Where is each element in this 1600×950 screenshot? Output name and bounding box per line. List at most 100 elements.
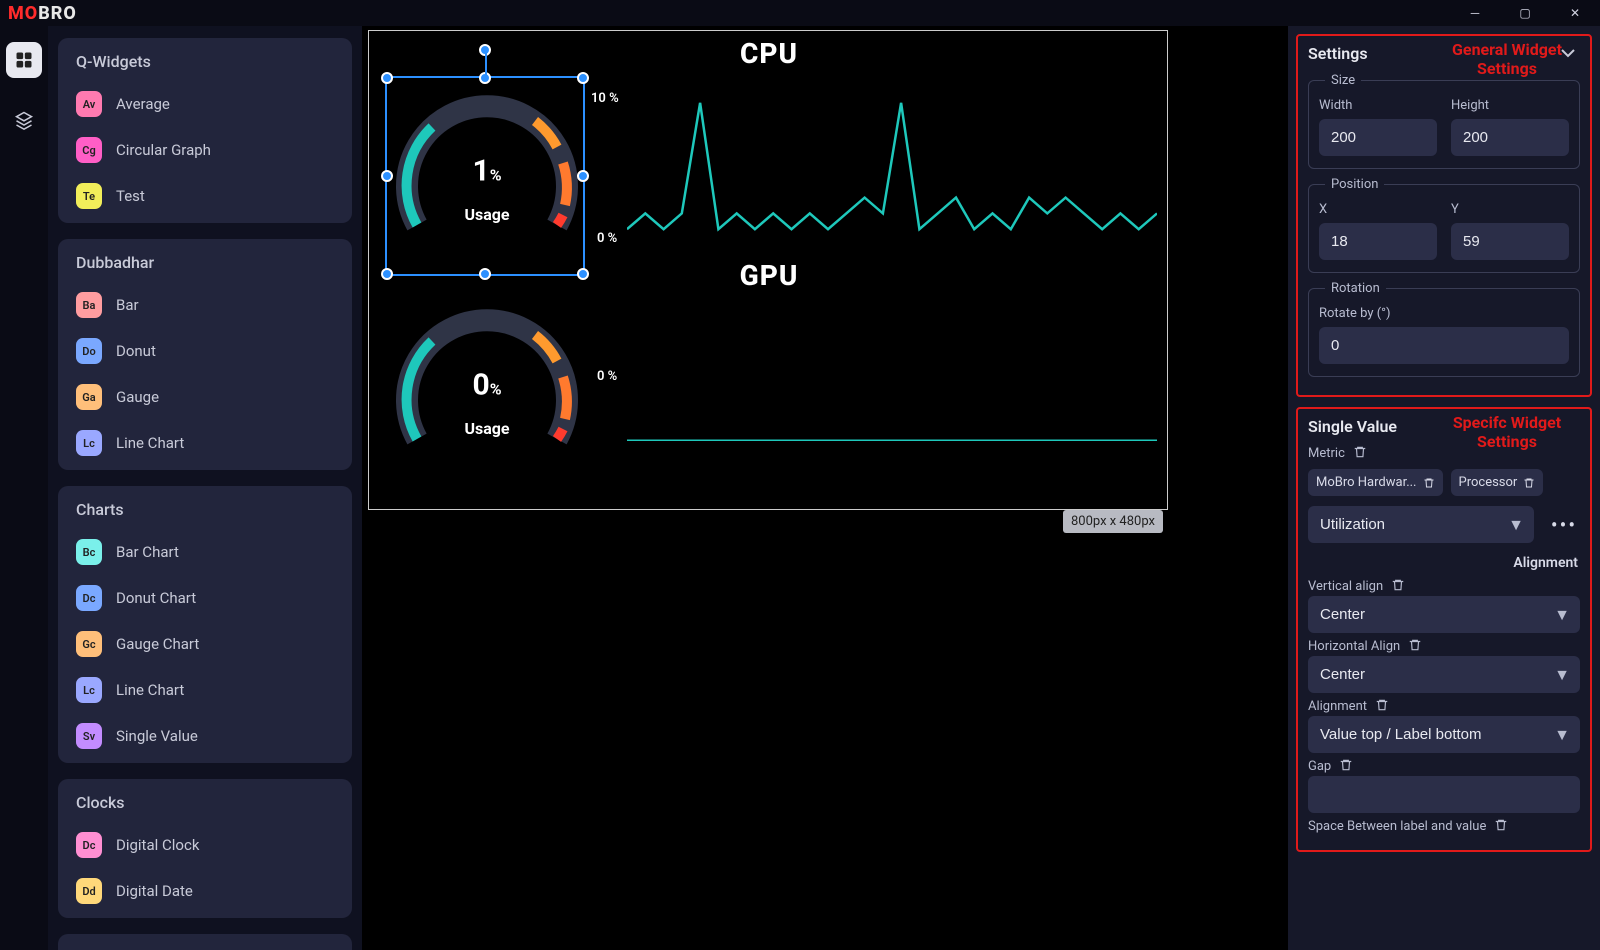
gpu-heading: GPU [669,259,869,292]
height-input[interactable] [1451,119,1569,156]
trash-icon[interactable] [1353,444,1367,463]
stage-dimensions-badge: 800px x 480px [1063,510,1163,533]
sidebar-item-label: Donut [116,342,156,360]
rail-widgets-icon[interactable] [6,42,42,78]
logo-white: BRO [38,3,77,24]
widget-swatch-icon: Ba [76,292,102,318]
sidebar-item-label: Digital Date [116,882,193,900]
halign-label: Horizontal Align [1308,639,1400,654]
valign-select[interactable] [1308,596,1580,633]
y-input[interactable] [1451,223,1569,260]
sidebar-item[interactable]: Do Donut [58,328,352,374]
sidebar-group: Dubbadhar Ba Bar Do Donut GaGaugeLcLine Chart [58,239,352,470]
halign-select[interactable] [1308,656,1580,693]
sidebar-item-label: Single Value [116,727,198,745]
gpu-gauge[interactable]: 0% Usage [387,289,587,489]
widget-swatch-icon: Sv [76,723,102,749]
sidebar-item[interactable]: Dd Digital Date [58,868,352,914]
more-icon[interactable]: ••• [1548,513,1580,537]
single-value-card: Specifc Widget Settings Single Value Met… [1296,407,1592,852]
sidebar-item-label: Circular Graph [116,141,211,159]
sidebar-item[interactable]: Cg Circular Graph [58,127,352,173]
cpu-axis-bot: 0 % [597,231,617,246]
design-stage[interactable]: CPU 1% Usage [368,30,1168,510]
sidebar-item[interactable]: Dc Digital Clock [58,822,352,868]
sidebar-item[interactable]: Dc Donut Chart [58,575,352,621]
widget-swatch-icon: Cg [76,137,102,163]
sidebar-item[interactable]: Sv Single Value [58,713,352,759]
x-input[interactable] [1319,223,1437,260]
width-label: Width [1319,98,1437,113]
sidebar-group: ClocksDcDigital ClockDdDigital Date [58,779,352,918]
metric-select[interactable] [1308,506,1534,543]
widget-swatch-icon: Dd [76,878,102,904]
trash-icon[interactable] [1494,817,1508,836]
single-value-heading: Single Value [1308,417,1397,436]
icon-rail [0,26,48,950]
widget-swatch-icon: Bc [76,539,102,565]
trash-icon[interactable] [1408,637,1422,656]
sidebar-item-label: Bar [116,296,139,314]
gpu-axis: 0 % [597,369,617,384]
sidebar-group-title: Shapes [58,934,352,950]
align-select[interactable] [1308,716,1580,753]
height-label: Height [1451,98,1569,113]
sidebar-group-title: Charts [58,486,352,529]
inspector-panel[interactable]: General Widget Settings Settings Size Wi… [1288,26,1600,950]
widget-swatch-icon: Do [76,338,102,364]
y-label: Y [1451,202,1569,217]
sidebar-item[interactable]: Lc Line Chart [58,667,352,713]
widget-swatch-icon: Lc [76,677,102,703]
sidebar-item[interactable]: Ba Bar [58,282,352,328]
trash-icon[interactable] [1375,697,1389,716]
position-fieldset: Position X Y [1308,177,1580,273]
sidebar-item-label: Digital Clock [116,836,199,854]
widget-swatch-icon: Dc [76,585,102,611]
widget-swatch-icon: Te [76,183,102,209]
widget-sidebar[interactable]: Q-Widgets Av Average Cg Circular Graph TeTest… [48,26,362,950]
space-label: Space Between label and value [1308,819,1486,834]
sidebar-item-label: Line Chart [116,681,184,699]
sidebar-group: Shapes [58,934,352,950]
trash-icon[interactable] [1339,757,1353,776]
minimize-button[interactable]: ─ [1450,0,1500,26]
cpu-axis-top: 10 % [591,91,619,106]
widget-swatch-icon: Av [76,91,102,117]
sidebar-group-title: Q-Widgets [58,38,352,81]
selection-outline[interactable] [385,76,585,276]
canvas-area[interactable]: CPU 1% Usage [362,26,1288,950]
widget-swatch-icon: Gc [76,631,102,657]
metric-tag-hardware[interactable]: MoBro Hardwar... [1308,469,1443,496]
metric-tag-processor[interactable]: Processor [1451,469,1544,496]
rail-layers-icon[interactable] [6,102,42,138]
sidebar-item[interactable]: LcLine Chart [58,420,352,466]
maximize-button[interactable]: ▢ [1500,0,1550,26]
window-controls: ─ ▢ ✕ [1450,0,1600,26]
logo-red: MO [8,3,38,24]
sidebar-item-label: Gauge Chart [116,635,199,653]
metric-label: Metric [1308,446,1345,461]
sidebar-item-label: Average [116,95,170,113]
close-button[interactable]: ✕ [1550,0,1600,26]
sidebar-item[interactable]: Gc Gauge Chart [58,621,352,667]
gap-input[interactable] [1308,776,1580,813]
sidebar-item-label: Donut Chart [116,589,196,607]
cpu-heading: CPU [669,37,869,70]
rotate-input[interactable] [1319,327,1569,364]
sidebar-item[interactable]: Av Average [58,81,352,127]
sidebar-item[interactable]: GaGauge [58,374,352,420]
gpu-gauge-label: Usage [464,419,509,438]
sidebar-item-label: Line Chart [116,434,184,452]
sidebar-item[interactable]: TeTest [58,173,352,219]
widget-swatch-icon: Dc [76,832,102,858]
gap-label: Gap [1308,759,1331,774]
width-input[interactable] [1319,119,1437,156]
sidebar-group: ChartsBcBar Chart Dc Donut Chart Gc Gauge Ch… [58,486,352,763]
settings-heading: Settings [1308,44,1368,63]
sidebar-group: Q-Widgets Av Average Cg Circular Graph TeTest [58,38,352,223]
widget-swatch-icon: Ga [76,384,102,410]
size-fieldset: Size Width Height [1308,73,1580,169]
sidebar-item[interactable]: BcBar Chart [58,529,352,575]
sidebar-group-title: Dubbadhar [58,239,352,282]
trash-icon[interactable] [1391,577,1405,596]
